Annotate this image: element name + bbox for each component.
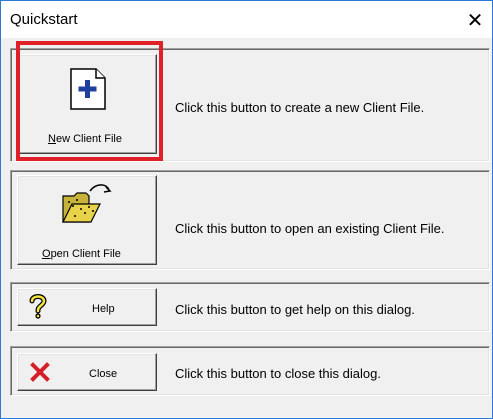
new-client-file-description: Click this button to create a new Client…	[175, 100, 425, 115]
help-label: Help	[92, 303, 115, 315]
dialog-title: Quickstart	[10, 11, 78, 28]
close-row: Close Click this button to close this di…	[10, 346, 490, 396]
close-description: Click this button to close this dialog.	[175, 366, 381, 381]
open-client-file-button[interactable]: Open Client File	[17, 175, 157, 265]
close-label: Close	[89, 368, 118, 380]
open-client-file-label: Open Client File	[42, 248, 121, 260]
title-bar: Quickstart ✕	[1, 1, 492, 38]
highlight-box	[16, 41, 163, 161]
question-mark-icon	[29, 294, 47, 319]
help-button[interactable]: Help	[17, 288, 157, 326]
quickstart-dialog: Quickstart ✕ New Client File Click this …	[0, 0, 493, 419]
help-row: Help Click this button to get help on th…	[10, 282, 490, 332]
open-folder-icon	[62, 184, 112, 223]
close-button[interactable]: Close	[17, 353, 157, 391]
close-icon[interactable]: ✕	[461, 7, 489, 33]
red-x-icon	[30, 362, 50, 382]
open-client-file-description: Click this button to open an existing Cl…	[175, 221, 445, 236]
help-description: Click this button to get help on this di…	[175, 302, 415, 317]
open-client-file-row: Open Client File Click this button to op…	[10, 170, 490, 270]
